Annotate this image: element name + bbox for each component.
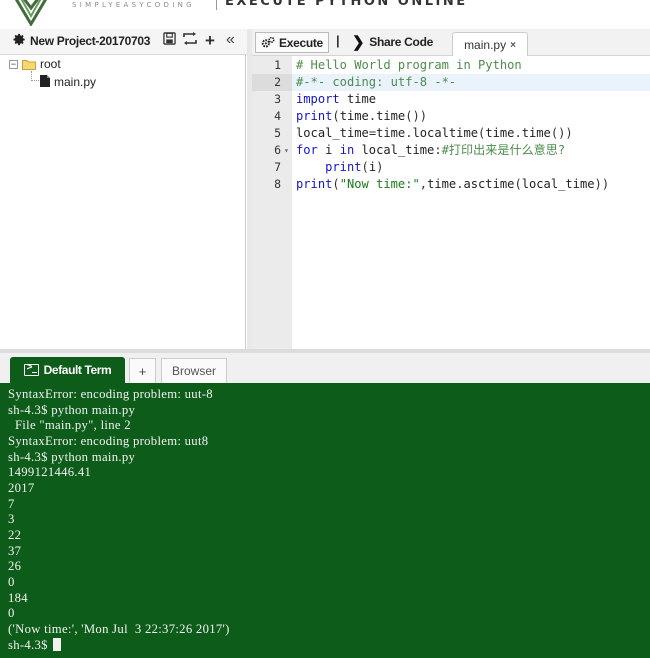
code-line: 4 print(time.time()) bbox=[274, 109, 428, 123]
code-text: for i in local_time:#打印出来是什么意思? bbox=[296, 143, 566, 157]
tree-connector bbox=[31, 71, 39, 81]
terminal-line: 22 bbox=[8, 528, 22, 542]
tab-label: main.py bbox=[464, 38, 507, 52]
close-icon[interactable]: × bbox=[510, 40, 516, 51]
code-line: 8 print("Now time:",time.asctime(local_t… bbox=[274, 177, 610, 191]
share-code-label: Share Code bbox=[369, 35, 433, 49]
terminal-line: 3 bbox=[8, 512, 15, 526]
project-toolbar: New Project-20170703 + « bbox=[0, 29, 248, 55]
terminal-line: SyntaxError: encoding problem: uut8 bbox=[8, 434, 209, 448]
code-text: print("Now time:",time.asctime(local_tim… bbox=[296, 177, 610, 191]
terminal-line: 2017 bbox=[8, 481, 35, 495]
terminal-line: 0 bbox=[8, 606, 15, 620]
tab-default-term[interactable]: Default Term bbox=[10, 357, 125, 383]
execute-button[interactable]: Execute bbox=[255, 32, 329, 53]
share-code-button[interactable]: ❯ Share Code bbox=[352, 33, 433, 51]
save-icon[interactable] bbox=[163, 32, 176, 50]
code-text: print(time.time()) bbox=[296, 109, 428, 123]
tree-item-root[interactable]: root bbox=[40, 57, 61, 71]
editor-toolbar: Execute | ❯ Share Code main.py × bbox=[252, 29, 650, 57]
code-line: 1 # Hello World program in Python bbox=[274, 58, 522, 72]
gears-icon bbox=[261, 36, 275, 48]
app-title: EXECUTE PYTHON ONLINE bbox=[225, 0, 468, 9]
tree-expander-root[interactable]: − bbox=[9, 60, 18, 69]
execute-label: Execute bbox=[279, 35, 323, 50]
code-text: import time bbox=[296, 92, 377, 106]
terminal-line: File "main.py", line 2 bbox=[8, 418, 131, 432]
code-line: 6 ▾ for i in local_time:#打印出来是什么意思? bbox=[274, 142, 566, 159]
terminal-line: SyntaxError: encoding problem: uut-8 bbox=[8, 387, 213, 401]
fold-toggle-icon[interactable]: ▾ bbox=[284, 142, 289, 159]
project-name[interactable]: New Project-20170703 bbox=[30, 34, 150, 48]
terminal-cursor bbox=[53, 638, 62, 651]
terminal-line: 1499121446.41 bbox=[8, 465, 92, 479]
terminal-line: 0 bbox=[8, 575, 15, 589]
file-tree: − root main.py bbox=[0, 55, 246, 349]
terminal-line: sh-4.3$ python main.py bbox=[8, 450, 136, 464]
terminal-icon bbox=[23, 362, 39, 376]
terminal-output[interactable]: SyntaxError: encoding problem: uut-8 sh-… bbox=[0, 383, 650, 658]
tab-main-py[interactable]: main.py × bbox=[452, 32, 528, 57]
terminal-line: 7 bbox=[8, 497, 15, 511]
terminal-prompt-line[interactable]: sh-4.3$ bbox=[8, 637, 62, 653]
code-line-active: 2 #-*- coding: utf-8 -*- bbox=[252, 74, 650, 91]
chevron-right-icon: ❯ bbox=[352, 34, 365, 51]
logo-icon bbox=[14, 0, 48, 26]
app-root: SIMPLYEASYCODING EXECUTE PYTHON ONLINE N… bbox=[0, 0, 650, 658]
logo-text: SIMPLYEASYCODING bbox=[72, 1, 195, 9]
code-line: 5 local_time=time.localtime(time.time()) bbox=[274, 126, 573, 140]
code-line: 3 import time bbox=[274, 92, 377, 106]
refresh-icon[interactable] bbox=[182, 32, 198, 50]
terminal-line: 184 bbox=[8, 591, 28, 605]
gear-icon[interactable] bbox=[13, 33, 26, 49]
site-header: SIMPLYEASYCODING EXECUTE PYTHON ONLINE bbox=[0, 0, 650, 27]
terminal-line: 26 bbox=[8, 559, 22, 573]
header-divider bbox=[216, 0, 217, 10]
add-icon[interactable]: + bbox=[205, 32, 215, 50]
terminal-line: sh-4.3$ python main.py bbox=[8, 403, 136, 417]
code-line: 7 print(i) bbox=[274, 160, 384, 174]
terminal-line: 37 bbox=[8, 544, 22, 558]
folder-icon bbox=[22, 60, 36, 70]
add-terminal-button[interactable]: + bbox=[129, 358, 156, 383]
tree-item-main-py[interactable]: main.py bbox=[54, 75, 96, 89]
file-icon bbox=[40, 75, 50, 87]
tab-default-term-label: Default Term bbox=[43, 363, 112, 377]
code-text: print(i) bbox=[325, 160, 384, 174]
code-editor[interactable]: 1 # Hello World program in Python 2 #-*-… bbox=[252, 56, 650, 349]
tab-browser[interactable]: Browser bbox=[161, 358, 227, 383]
terminal-prompt: sh-4.3$ bbox=[8, 638, 52, 652]
terminal-tabbar: Default Term + Browser bbox=[0, 353, 650, 383]
terminal-line: ('Now time:', 'Mon Jul 3 22:37:26 2017') bbox=[8, 622, 230, 636]
code-text: local_time=time.localtime(time.time()) bbox=[296, 126, 573, 140]
toolbar-separator: | bbox=[336, 33, 340, 48]
collapse-icon[interactable]: « bbox=[226, 31, 235, 49]
